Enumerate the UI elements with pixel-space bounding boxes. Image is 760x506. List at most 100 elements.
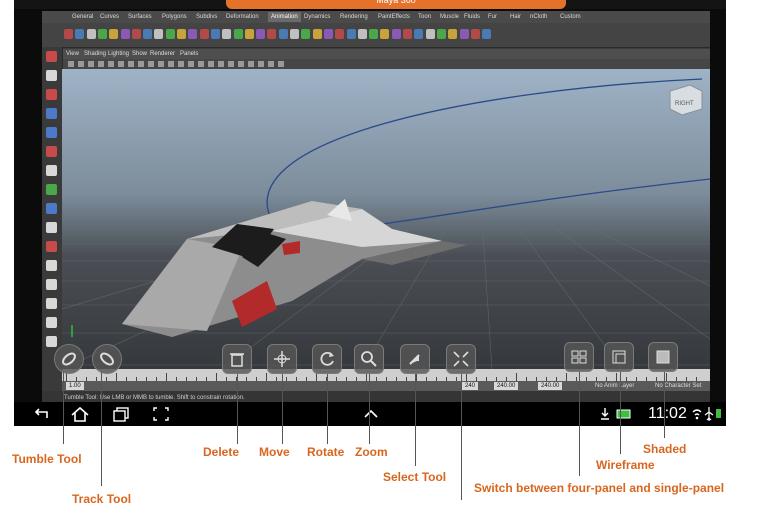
shelf-tool-icon[interactable]: [448, 29, 458, 39]
shelf-tab-animation[interactable]: Animation: [268, 12, 301, 22]
shelf-tool-icon[interactable]: [210, 29, 220, 39]
panel-tool-icon[interactable]: [178, 61, 184, 67]
shelf-tool-icon[interactable]: [244, 29, 254, 39]
panel-tool-icon[interactable]: [268, 61, 274, 67]
panel-tool-icon[interactable]: [108, 61, 114, 67]
panel-tool-icon[interactable]: [168, 61, 174, 67]
panel-menu-lighting[interactable]: Lighting: [108, 49, 129, 59]
panel-tool-icon[interactable]: [118, 61, 124, 67]
shelf-tool-icon[interactable]: [414, 29, 424, 39]
zoom-button[interactable]: [354, 344, 384, 374]
panel-tool-icon[interactable]: [258, 61, 264, 67]
panel-tool-icon[interactable]: [238, 61, 244, 67]
wireframe-button[interactable]: [604, 342, 634, 372]
rotate-button[interactable]: [312, 344, 342, 374]
shelf-tool-icon[interactable]: [267, 29, 277, 39]
shelf-tool-icon[interactable]: [301, 29, 311, 39]
fit-view-button[interactable]: [446, 344, 476, 374]
shelf-tab-hair[interactable]: Hair: [510, 12, 521, 22]
panel-menu-shading[interactable]: Shading: [84, 49, 106, 59]
shelf-tool-icon[interactable]: [290, 29, 299, 39]
shelf-tab-subdivs[interactable]: Subdivs: [196, 12, 217, 22]
toolbox-tool-icon[interactable]: [46, 165, 57, 176]
shaded-button[interactable]: [648, 342, 678, 372]
tumble-button[interactable]: [54, 344, 84, 374]
range-end[interactable]: 240: [462, 382, 479, 390]
shelf-tool-icon[interactable]: [165, 29, 175, 39]
character-set[interactable]: No Character Set: [652, 382, 704, 390]
panel-tool-icon[interactable]: [218, 61, 224, 67]
shelf-tab-toon[interactable]: Toon: [418, 12, 431, 22]
panel-menu-show[interactable]: Show: [132, 49, 147, 59]
shelf-tool-icon[interactable]: [335, 29, 345, 39]
shelf-tab-dynamics[interactable]: Dynamics: [304, 12, 330, 22]
shelf-tool-icon[interactable]: [97, 29, 107, 39]
back-icon[interactable]: [32, 406, 50, 422]
panel-tool-icon[interactable]: [98, 61, 104, 67]
shelf-tab-surfaces[interactable]: Surfaces: [128, 12, 152, 22]
3d-viewport[interactable]: RIGHT: [62, 69, 710, 369]
toolbox-tool-icon[interactable]: [46, 241, 57, 252]
toolbox-tool-icon[interactable]: [46, 336, 57, 347]
shelf-tab-ncloth[interactable]: nCloth: [530, 12, 547, 22]
anim-end[interactable]: 240.00: [494, 382, 519, 390]
toolbox-tool-icon[interactable]: [46, 184, 57, 195]
toolbox-tool-icon[interactable]: [46, 89, 57, 100]
shelf-tab-rendering[interactable]: Rendering: [340, 12, 368, 22]
shelf-tool-icon[interactable]: [391, 29, 401, 39]
panel-tool-icon[interactable]: [198, 61, 204, 67]
shelf-tool-icon[interactable]: [459, 29, 469, 39]
anim-end-2[interactable]: 240.00: [538, 382, 563, 390]
panel-menu-panels[interactable]: Panels: [180, 49, 198, 59]
shelf-tab-custom[interactable]: Custom: [560, 12, 581, 22]
panel-tool-icon[interactable]: [208, 61, 214, 67]
panel-tool-icon[interactable]: [158, 61, 164, 67]
menu-up-icon[interactable]: [362, 406, 380, 422]
shelf-tool-icon[interactable]: [425, 29, 435, 39]
shelf-tool-icon[interactable]: [64, 29, 73, 39]
toolbox-tool-icon[interactable]: [46, 70, 57, 81]
shelf-tool-icon[interactable]: [154, 29, 164, 39]
panel-tool-icon[interactable]: [78, 61, 84, 67]
shelf-tab-muscle[interactable]: Muscle: [440, 12, 459, 22]
toolbox-tool-icon[interactable]: [46, 203, 57, 214]
home-icon[interactable]: [70, 406, 90, 422]
shelf-tool-icon[interactable]: [199, 29, 209, 39]
shelf-tool-icon[interactable]: [256, 29, 266, 39]
shelf-tool-icon[interactable]: [482, 29, 492, 39]
toolbox-tool-icon[interactable]: [46, 279, 57, 290]
shelf-tool-icon[interactable]: [109, 29, 119, 39]
panel-tool-icon[interactable]: [278, 61, 284, 67]
shelf-tool-icon[interactable]: [312, 29, 322, 39]
shelf-tool-icon[interactable]: [75, 29, 85, 39]
range-start[interactable]: 1.00: [66, 382, 84, 390]
shelf-tool-icon[interactable]: [470, 29, 480, 39]
shelf-tool-icon[interactable]: [357, 29, 367, 39]
shelf-tool-icon[interactable]: [346, 29, 356, 39]
shelf-tool-icon[interactable]: [403, 29, 412, 39]
panel-tool-icon[interactable]: [188, 61, 194, 67]
shelf-tab-curves[interactable]: Curves: [100, 12, 119, 22]
screenshot-icon[interactable]: [152, 406, 170, 422]
delete-button[interactable]: [222, 344, 252, 374]
panel-menu-view[interactable]: View: [66, 49, 79, 59]
panel-tool-icon[interactable]: [248, 61, 254, 67]
shelf-tool-icon[interactable]: [222, 29, 232, 39]
shelf-tool-icon[interactable]: [86, 29, 96, 39]
range-slider[interactable]: 1.00 240 240.00 240.00 No Anim Layer No …: [62, 381, 710, 391]
toolbox-tool-icon[interactable]: [46, 260, 57, 271]
shelf-tab-painteffects[interactable]: PaintEffects: [378, 12, 410, 22]
track-button[interactable]: [92, 344, 122, 374]
shelf-tab-deformation[interactable]: Deformation: [226, 12, 259, 22]
toolbox-tool-icon[interactable]: [46, 298, 57, 309]
anim-layer[interactable]: No Anim Layer: [592, 382, 637, 390]
toolbox-tool-icon[interactable]: [46, 51, 57, 62]
shelf-tab-polygons[interactable]: Polygons: [162, 12, 187, 22]
shelf-tool-icon[interactable]: [143, 29, 153, 39]
panel-tool-icon[interactable]: [138, 61, 144, 67]
shelf-tool-icon[interactable]: [177, 29, 186, 39]
app-notification[interactable]: Maya 360: [226, 0, 566, 9]
shelf-tool-icon[interactable]: [380, 29, 390, 39]
four-panel-button[interactable]: [564, 342, 594, 372]
toolbox-tool-icon[interactable]: [46, 317, 57, 328]
